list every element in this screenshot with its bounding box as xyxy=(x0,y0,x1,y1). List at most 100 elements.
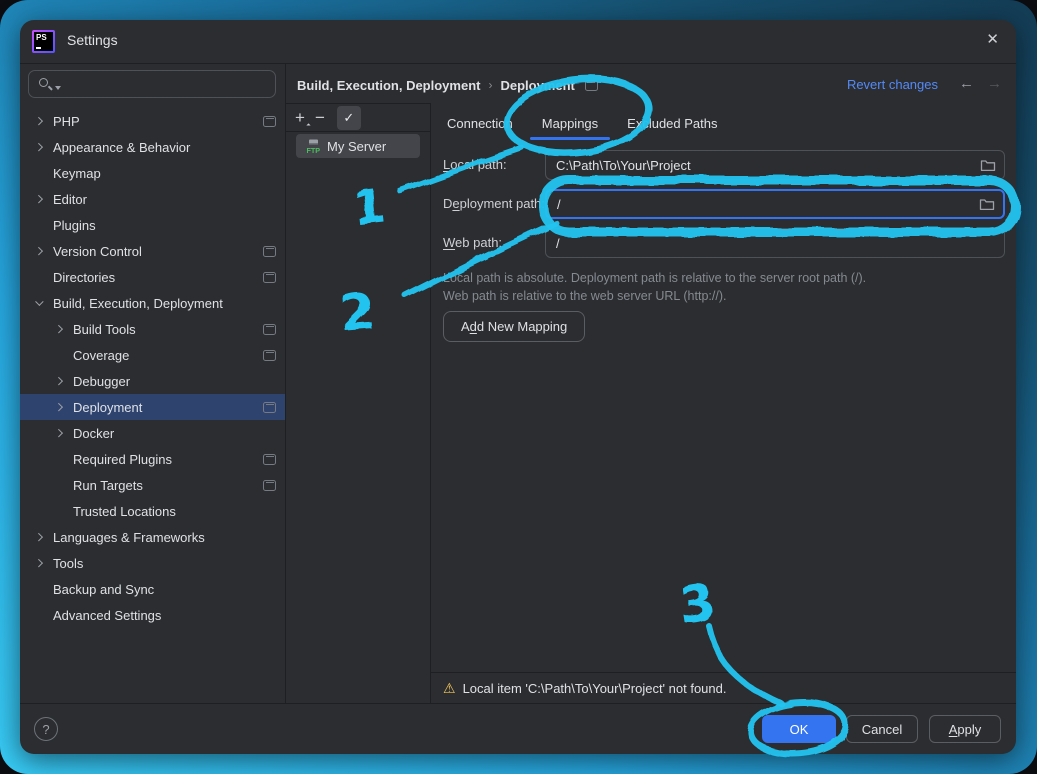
local-path-label: Local path: xyxy=(443,150,507,180)
warning-icon: ⚠ xyxy=(443,681,456,695)
apply-button[interactable]: Apply xyxy=(929,715,1001,743)
add-new-mapping-button[interactable]: Add New Mapping xyxy=(443,311,585,342)
breadcrumb-segment[interactable]: Build, Execution, Deployment xyxy=(297,78,480,93)
sidebar-item-label: Build Tools xyxy=(73,322,136,337)
sidebar-item-backup-and-sync[interactable]: Backup and Sync xyxy=(20,576,285,602)
sidebar-item-label: Plugins xyxy=(53,218,96,233)
default-server-toggle[interactable]: ✓ xyxy=(337,106,361,130)
chevron-spacer xyxy=(56,455,64,463)
chevron-right-icon[interactable] xyxy=(56,429,64,437)
search-options-caret-icon[interactable] xyxy=(55,86,61,90)
window-icon xyxy=(263,402,276,413)
tab-bar: Connection Mappings Excluded Paths xyxy=(435,108,730,140)
breadcrumb: Build, Execution, Deployment › Deploymen… xyxy=(297,74,607,96)
server-toolbar: + − ✓ xyxy=(285,104,430,131)
forward-arrow-icon[interactable]: → xyxy=(987,75,1002,92)
sidebar-item-label: Deployment xyxy=(73,400,142,415)
help-icon[interactable]: ? xyxy=(34,717,58,741)
title-separator xyxy=(20,63,1016,64)
title-bar[interactable]: PS Settings ✕ xyxy=(20,20,1016,63)
sidebar-item-run-targets[interactable]: Run Targets xyxy=(20,472,285,498)
server-toolbar-separator xyxy=(285,131,430,132)
folder-icon[interactable] xyxy=(979,197,995,211)
window-icon xyxy=(263,480,276,491)
window-icon xyxy=(263,350,276,361)
svg-text:FTP: FTP xyxy=(307,146,321,154)
revert-changes-link[interactable]: Revert changes xyxy=(847,77,938,92)
deployment-path-label: Deployment path: xyxy=(443,189,545,219)
sidebar-item-required-plugins[interactable]: Required Plugins xyxy=(20,446,285,472)
chevron-spacer xyxy=(36,611,44,619)
chevron-right-icon[interactable] xyxy=(36,117,44,125)
sidebar-item-label: Debugger xyxy=(73,374,130,389)
sidebar-item-appearance-behavior[interactable]: Appearance & Behavior xyxy=(20,134,285,160)
server-item-my-server[interactable]: FTP My Server xyxy=(296,134,420,158)
window-icon xyxy=(263,246,276,257)
close-icon[interactable]: ✕ xyxy=(986,30,999,48)
chevron-right-icon[interactable] xyxy=(56,377,64,385)
sidebar-item-label: PHP xyxy=(53,114,80,129)
sidebar-item-deployment[interactable]: Deployment xyxy=(20,394,285,420)
back-arrow-icon[interactable]: ← xyxy=(959,75,974,92)
content-separator xyxy=(430,103,431,703)
sidebar-item-coverage[interactable]: Coverage xyxy=(20,342,285,368)
sidebar-item-advanced-settings[interactable]: Advanced Settings xyxy=(20,602,285,628)
window-icon xyxy=(263,324,276,335)
sidebar-item-build-tools[interactable]: Build Tools xyxy=(20,316,285,342)
tab-excluded-paths[interactable]: Excluded Paths xyxy=(615,108,729,140)
phpstorm-logo-icon: PS xyxy=(32,30,55,53)
sidebar-item-label: Backup and Sync xyxy=(53,582,154,597)
chevron-right-icon[interactable] xyxy=(56,325,64,333)
ftp-server-icon: FTP xyxy=(305,138,321,154)
sidebar-item-debugger[interactable]: Debugger xyxy=(20,368,285,394)
sidebar-item-editor[interactable]: Editor xyxy=(20,186,285,212)
sidebar-item-label: Keymap xyxy=(53,166,101,181)
sidebar-item-php[interactable]: PHP xyxy=(20,108,285,134)
sidebar-item-docker[interactable]: Docker xyxy=(20,420,285,446)
sidebar-item-tools[interactable]: Tools xyxy=(20,550,285,576)
web-path-label: Web path: xyxy=(443,228,502,258)
sidebar-item-keymap[interactable]: Keymap xyxy=(20,160,285,186)
sidebar-item-label: Appearance & Behavior xyxy=(53,140,190,155)
sidebar-item-label: Coverage xyxy=(73,348,129,363)
chevron-right-icon[interactable] xyxy=(36,533,44,541)
web-path-input[interactable]: / xyxy=(545,228,1005,258)
sidebar-item-label: Docker xyxy=(73,426,114,441)
search-input[interactable] xyxy=(28,70,276,98)
sidebar-item-trusted-locations[interactable]: Trusted Locations xyxy=(20,498,285,524)
screenshot-stage: PS Settings ✕ PHP Appearance & Behavior Ke… xyxy=(0,0,1037,774)
chevron-right-icon[interactable] xyxy=(56,403,64,411)
window-icon xyxy=(263,116,276,127)
breadcrumb-segment-current[interactable]: Deployment xyxy=(500,78,574,93)
sidebar-item-label: Build, Execution, Deployment xyxy=(53,296,223,311)
chevron-down-icon[interactable] xyxy=(36,299,44,307)
chevron-spacer xyxy=(56,507,64,515)
sidebar-item-languages-frameworks[interactable]: Languages & Frameworks xyxy=(20,524,285,550)
folder-icon[interactable] xyxy=(980,158,996,172)
cancel-button[interactable]: Cancel xyxy=(846,715,918,743)
sidebar-item-directories[interactable]: Directories xyxy=(20,264,285,290)
remove-server-button[interactable]: − xyxy=(315,109,325,126)
chevron-spacer xyxy=(36,169,44,177)
sidebar-item-build-execution-deployment[interactable]: Build, Execution, Deployment xyxy=(20,290,285,316)
tab-mappings[interactable]: Mappings xyxy=(530,108,610,140)
tab-connection[interactable]: Connection xyxy=(435,108,525,140)
sidebar-item-version-control[interactable]: Version Control xyxy=(20,238,285,264)
chevron-spacer xyxy=(36,585,44,593)
chevron-right-icon[interactable] xyxy=(36,559,44,567)
sidebar-item-plugins[interactable]: Plugins xyxy=(20,212,285,238)
sidebar-tree: PHP Appearance & Behavior Keymap Editor Plug… xyxy=(20,108,285,628)
window-icon xyxy=(263,454,276,465)
local-path-input[interactable]: C:\Path\To\Your\Project xyxy=(545,150,1005,180)
ok-button[interactable]: OK xyxy=(762,715,836,743)
sidebar-item-label: Version Control xyxy=(53,244,142,259)
chevron-right-icon[interactable] xyxy=(36,247,44,255)
add-server-button[interactable]: + xyxy=(295,109,305,126)
window-icon xyxy=(263,272,276,283)
chevron-spacer xyxy=(56,351,64,359)
chevron-right-icon[interactable] xyxy=(36,143,44,151)
chevron-right-icon[interactable] xyxy=(36,195,44,203)
settings-dialog: PS Settings ✕ PHP Appearance & Behavior Ke… xyxy=(20,20,1016,754)
search-icon xyxy=(38,77,53,92)
deployment-path-input[interactable]: / xyxy=(545,189,1005,219)
